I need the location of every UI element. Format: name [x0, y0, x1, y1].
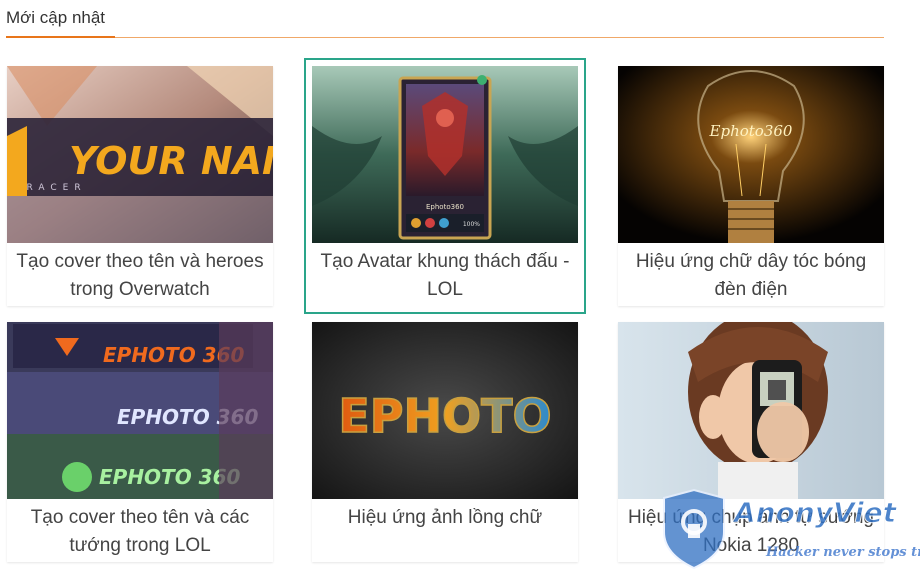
section-title-underline: [6, 36, 115, 38]
card-caption[interactable]: Tạo Avatar khung thách đấu - LOL: [312, 248, 578, 304]
card-thumbnail: YOUR NAME TRACER: [7, 66, 273, 243]
card-nokia-selfie[interactable]: Hiệu ứng chụp ảnh tự sướng Nokia 1280: [618, 322, 884, 562]
card-caption[interactable]: Hiệu ứng chữ dây tóc bóng đèn điện: [618, 248, 884, 304]
card-lol-avatar-frame[interactable]: Ephoto360 100% Tạo Avatar khung thách đấ…: [304, 58, 586, 314]
thumb-subtext: 100%: [463, 221, 480, 228]
card-thumbnail: EPHOTO 360 EPHOTO 360 EPHOTO 360: [7, 322, 273, 499]
card-caption[interactable]: Tạo cover theo tên và các tướng trong LO…: [7, 504, 273, 560]
card-caption[interactable]: Hiệu ứng ảnh lồng chữ: [312, 504, 578, 532]
section-title: Mới cập nhật: [6, 8, 106, 27]
card-thumbnail: EPHOTO: [312, 322, 578, 499]
thumb-text: Ephoto360: [426, 203, 464, 211]
card-thumbnail: [618, 322, 884, 499]
thumb-text: YOUR NAME: [69, 139, 273, 183]
card-thumbnail: Ephoto360: [618, 66, 884, 243]
card-thumbnail: Ephoto360 100%: [312, 66, 578, 243]
card-lol-cover[interactable]: EPHOTO 360 EPHOTO 360 EPHOTO 360 Tạo cov…: [7, 322, 273, 562]
section-divider: [6, 37, 884, 38]
thumb-text: Ephoto360: [709, 122, 793, 140]
card-caption[interactable]: Hiệu ứng chụp ảnh tự sướng Nokia 1280: [618, 504, 884, 560]
card-caption[interactable]: Tạo cover theo tên và heroes trong Overw…: [7, 248, 273, 304]
card-light-bulb-text[interactable]: Ephoto360 Hiệu ứng chữ dây tóc bóng đèn …: [618, 66, 884, 306]
card-text-image-blend[interactable]: EPHOTO Hiệu ứng ảnh lồng chữ: [312, 322, 578, 562]
thumb-text: EPHOTO: [338, 389, 551, 443]
card-overwatch-cover[interactable]: YOUR NAME TRACER Tạo cover theo tên và h…: [7, 66, 273, 306]
